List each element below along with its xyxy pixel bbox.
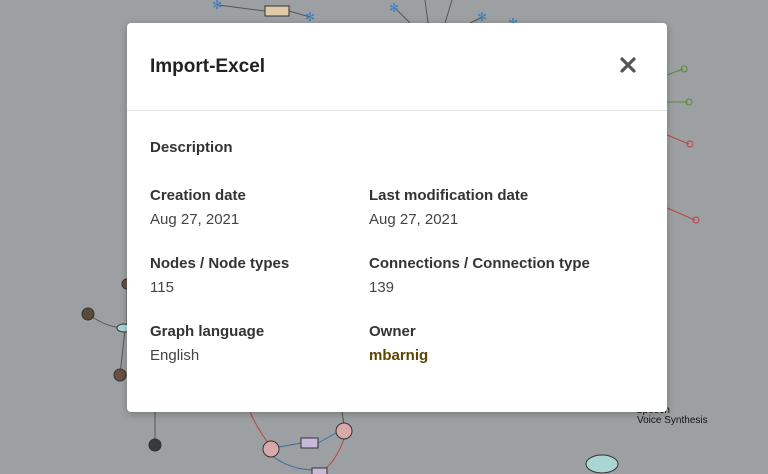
close-icon: [620, 57, 636, 73]
close-button[interactable]: [617, 54, 639, 76]
nodes-label: Nodes / Node types: [150, 255, 290, 272]
creation-date-label: Creation date: [150, 187, 246, 204]
owner-link[interactable]: mbarnig: [369, 347, 428, 364]
graph-language-label: Graph language: [150, 323, 265, 340]
graph-node-top: [264, 5, 290, 17]
last-modification-date-label: Last modification date: [369, 187, 529, 204]
graph-label-voice-synthesis: Voice Synthesis: [637, 415, 708, 426]
last-modification-date-value: Aug 27, 2021: [369, 211, 459, 228]
dialog-title: Import-Excel: [150, 56, 266, 77]
owner-label: Owner: [369, 323, 416, 340]
svg-text:✻: ✻: [305, 10, 315, 24]
dialog-header: Import-Excel: [127, 23, 667, 111]
svg-text:✻: ✻: [477, 10, 487, 24]
connections-value: 139: [369, 279, 395, 296]
graph-language-value: English: [150, 347, 200, 364]
description-label: Description: [150, 139, 233, 156]
svg-text:✻: ✻: [212, 0, 222, 12]
connections-label: Connections / Connection type: [369, 255, 590, 272]
creation-date-value: Aug 27, 2021: [150, 211, 240, 228]
nodes-value: 115: [150, 279, 174, 296]
graph-info-dialog: Import-Excel Description Creation date A…: [127, 23, 667, 412]
svg-text:✻: ✻: [389, 1, 399, 15]
